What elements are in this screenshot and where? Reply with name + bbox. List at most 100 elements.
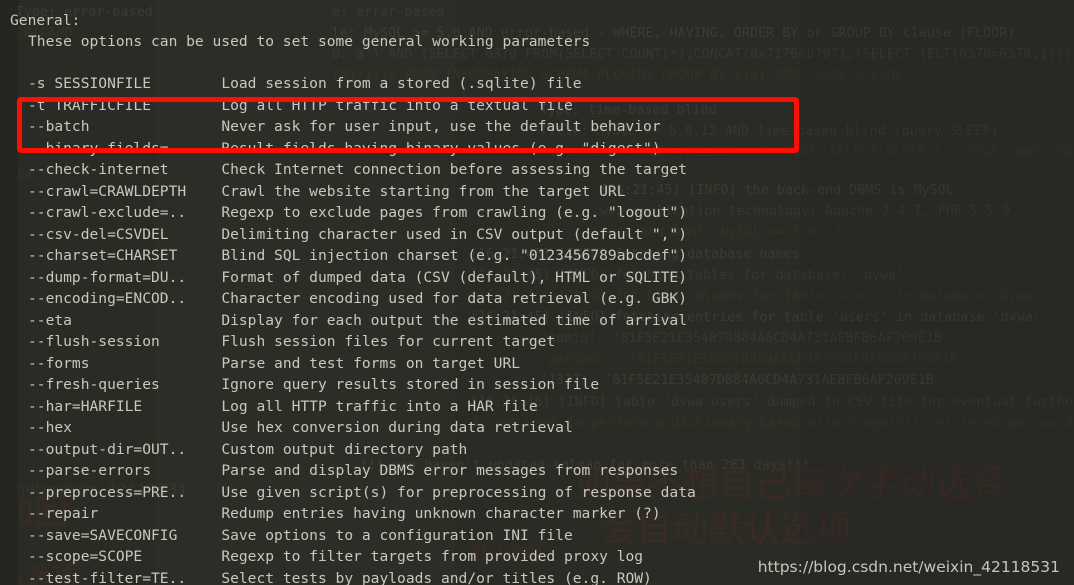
- option-flag: --preprocess=PRE..: [28, 483, 187, 501]
- option-description: Log all HTTP traffic into a textual file: [221, 96, 573, 114]
- option-description: Use hex conversion during data retrieval: [221, 419, 573, 436]
- option-column-padding: [169, 161, 222, 178]
- option-flag: --binary-fields=..: [28, 139, 187, 157]
- option-column-padding: [90, 118, 222, 135]
- option-column-padding: [90, 355, 222, 372]
- option-row: --preprocess=PRE.. Use given script(s) f…: [28, 482, 696, 504]
- option-description: Blind SQL injection charset (e.g. "01234…: [221, 247, 687, 264]
- option-flag: --eta: [28, 311, 72, 329]
- option-flag: --har=HARFILE: [28, 397, 143, 415]
- option-description: Check Internet connection before assessi…: [221, 161, 687, 178]
- option-description: Regexp to filter targets from provided p…: [221, 548, 644, 565]
- option-flag: --check-internet: [28, 161, 169, 178]
- option-column-padding: [186, 484, 221, 501]
- option-column-padding: [186, 570, 221, 585]
- option-flag: --crawl=CRAWLDEPTH: [28, 182, 187, 200]
- option-row: --parse-errors Parse and display DBMS er…: [28, 460, 678, 482]
- option-row: --charset=CHARSET Blind SQL injection ch…: [28, 245, 687, 267]
- section-title: General:: [10, 12, 81, 29]
- option-row: --csv-del=CSVDEL Delimiting character us…: [28, 224, 687, 246]
- option-flag: --batch: [28, 118, 90, 135]
- option-description: Redump entries having unknown character …: [221, 505, 661, 522]
- option-row: --binary-fields=.. Result fields having …: [28, 138, 661, 160]
- option-column-padding: [151, 75, 221, 92]
- option-flag: --forms: [28, 354, 90, 372]
- option-column-padding: [177, 247, 221, 264]
- option-row: --output-dir=OUT.. Custom output directo…: [28, 439, 467, 461]
- option-column-padding: [142, 398, 221, 415]
- option-description: Delimiting character used in CSV output …: [221, 225, 687, 243]
- option-row: --har=HARFILE Log all HTTP traffic into …: [28, 396, 538, 418]
- option-flag: --flush-session: [28, 333, 160, 350]
- option-flag: --parse-errors: [28, 462, 152, 479]
- option-column-padding: [98, 505, 221, 522]
- option-row: --dump-format=DU.. Format of dumped data…: [28, 267, 687, 289]
- option-row: --encoding=ENCOD.. Character encoding us…: [28, 288, 687, 310]
- option-flag: --encoding=ENCOD..: [28, 290, 187, 307]
- option-column-padding: [186, 140, 221, 157]
- option-column-padding: [151, 462, 221, 479]
- option-flag: --test-filter=TE..: [28, 569, 187, 585]
- option-column-padding: [160, 376, 222, 393]
- option-flag: -t TRAFFICFILE: [28, 96, 152, 114]
- option-description: Flush session files for current target: [221, 333, 556, 350]
- option-column-padding: [177, 527, 221, 544]
- option-description: Character encoding used for data retriev…: [221, 290, 687, 307]
- option-row: --repair Redump entries having unknown c…: [28, 503, 661, 525]
- option-flag: --scope=SCOPE: [28, 548, 143, 565]
- section-subtitle: These options can be used to set some ge…: [28, 33, 591, 50]
- option-description: Load session from a stored (.sqlite) fil…: [221, 75, 582, 92]
- option-flag: --hex: [28, 419, 72, 436]
- option-row: --test-filter=TE.. Select tests by paylo…: [28, 568, 652, 585]
- option-row: --hex Use hex conversion during data ret…: [28, 417, 573, 439]
- option-flag: --repair: [28, 505, 99, 522]
- option-flag: --charset=CHARSET: [28, 247, 178, 264]
- terminal-output: General: These options can be used to se…: [0, 0, 1074, 585]
- option-flag: --fresh-queries: [28, 376, 160, 393]
- option-row: --check-internet Check Internet connecti…: [28, 159, 687, 181]
- option-row: --fresh-queries Ignore query results sto…: [28, 374, 599, 396]
- option-description: Ignore query results stored in session f…: [221, 376, 600, 393]
- option-flag: -s SESSIONFILE: [28, 75, 152, 92]
- option-flag: --dump-format=DU..: [28, 268, 187, 286]
- option-row: -s SESSIONFILE Load session from a store…: [28, 73, 582, 95]
- option-description: Regexp to exclude pages from crawling (e…: [221, 204, 687, 221]
- option-flag: --save=SAVECONFIG: [28, 526, 178, 544]
- option-description: Never ask for user input, use the defaul…: [221, 118, 661, 135]
- option-description: Display for each output the estimated ti…: [221, 311, 687, 329]
- option-flag: --output-dir=OUT..: [28, 440, 187, 458]
- option-row: --eta Display for each output the estima…: [28, 310, 687, 332]
- option-column-padding: [186, 183, 221, 200]
- option-column-padding: [151, 97, 221, 114]
- option-row: --crawl=CRAWLDEPTH Crawl the website sta…: [28, 181, 625, 203]
- option-flag: --csv-del=CSVDEL: [28, 225, 169, 243]
- option-column-padding: [186, 204, 221, 221]
- option-description: Crawl the website starting from the targ…: [221, 182, 626, 200]
- option-row: --save=SAVECONFIG Save options to a conf…: [28, 525, 573, 547]
- option-row: --batch Never ask for user input, use th…: [28, 116, 661, 138]
- option-row: --scope=SCOPE Regexp to filter targets f…: [28, 546, 643, 568]
- terminal-window: Type: error-based e: error-based s OR(RAND…: [0, 0, 1074, 585]
- option-description: Custom output directory path: [221, 440, 468, 458]
- option-column-padding: [160, 333, 222, 350]
- option-row: -t TRAFFICFILE Log all HTTP traffic into…: [28, 95, 573, 117]
- option-description: Save options to a configuration INI file: [221, 526, 573, 544]
- option-description: Parse and display DBMS error messages fr…: [221, 462, 679, 479]
- option-row: --forms Parse and test forms on target U…: [28, 353, 520, 375]
- option-description: Log all HTTP traffic into a HAR file: [221, 397, 538, 415]
- option-description: Result fields having binary values (e.g.…: [221, 139, 661, 157]
- csdn-watermark: https://blog.csdn.net/weixin_42118531: [757, 558, 1060, 576]
- option-column-padding: [186, 441, 221, 458]
- option-column-padding: [72, 312, 221, 329]
- option-flag: --crawl-exclude=..: [28, 204, 187, 221]
- option-description: Format of dumped data (CSV (default), HT…: [221, 268, 687, 286]
- option-description: Use given script(s) for preprocessing of…: [221, 483, 696, 501]
- option-description: Parse and test forms on target URL: [221, 354, 521, 372]
- option-description: Select tests by payloads and/or titles (…: [221, 569, 652, 585]
- option-column-padding: [72, 419, 221, 436]
- option-row: --flush-session Flush session files for …: [28, 331, 555, 353]
- option-column-padding: [186, 269, 221, 286]
- option-column-padding: [169, 226, 222, 243]
- option-column-padding: [186, 290, 221, 307]
- option-column-padding: [142, 548, 221, 565]
